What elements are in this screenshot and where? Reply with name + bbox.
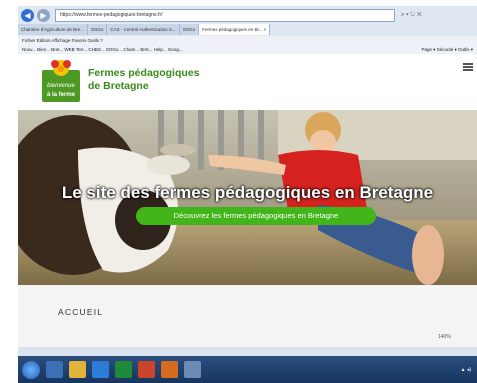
hero-title: Le site des fermes pédagogiques en Breta… xyxy=(61,183,434,202)
site-logo[interactable]: bienvenue à la ferme xyxy=(42,58,80,102)
discover-farms-button[interactable]: Découvrez les fermes pédagogiques en Bre… xyxy=(136,207,376,225)
logo-text-top: bienvenue xyxy=(47,83,75,89)
zoom-level[interactable]: 140% xyxy=(438,334,451,340)
system-tray[interactable]: ▲ ◂) xyxy=(460,367,471,373)
app-taskbar-icon[interactable] xyxy=(184,361,201,378)
word-taskbar-icon[interactable] xyxy=(92,361,109,378)
tab-cas[interactable]: CAS - Central Authentication S... xyxy=(107,24,180,35)
back-icon[interactable]: ◀ xyxy=(21,8,34,22)
hamburger-menu-icon[interactable] xyxy=(463,63,473,71)
powerpoint-taskbar-icon[interactable] xyxy=(138,361,155,378)
tab-chambre[interactable]: Chambre d'Agriculture de Bre... xyxy=(18,24,88,35)
explorer-taskbar-icon[interactable] xyxy=(69,361,86,378)
address-tools[interactable]: ⌕ ▾ ↻ ✕ xyxy=(401,12,422,19)
address-bar[interactable]: https://www.fermes-pedagogiques-bretagne… xyxy=(55,8,395,22)
menu-bar[interactable]: Fichier Edition Affichage Favoris Outils… xyxy=(18,36,477,45)
site-title[interactable]: Fermes pédagogiques de Bretagne xyxy=(88,67,199,93)
left-margin xyxy=(0,0,18,383)
site-title-line2: de Bretagne xyxy=(88,80,149,92)
favorites-bar[interactable]: Nouv... Bien... Bret... WEB Terr... CHBS… xyxy=(18,45,477,54)
firefox-taskbar-icon[interactable] xyxy=(161,361,178,378)
address-row: ◀ ▶ https://www.fermes-pedagogiques-bret… xyxy=(18,6,477,24)
forward-icon[interactable]: ▶ xyxy=(37,8,50,22)
start-button[interactable] xyxy=(22,360,40,379)
section-title: ACCUEIL xyxy=(58,307,104,317)
windows-taskbar: ▲ ◂) xyxy=(18,356,477,383)
status-bar xyxy=(18,347,477,356)
site-title-line1: Fermes pédagogiques xyxy=(88,67,200,79)
tab-fermes[interactable]: Fermes pédagogiques en Br... × xyxy=(199,24,271,35)
tab-sogo-1[interactable]: SOGo xyxy=(87,24,108,35)
site-header: bienvenue à la ferme Fermes pédagogiques… xyxy=(18,54,477,110)
favorites-items[interactable]: Nouv... Bien... Bret... WEB Terr... CHBS… xyxy=(22,47,183,52)
page-content: ACCUEIL 140% xyxy=(18,285,477,347)
excel-taskbar-icon[interactable] xyxy=(115,361,132,378)
ie-taskbar-icon[interactable] xyxy=(46,361,63,378)
browser-chrome: ◀ ▶ https://www.fermes-pedagogiques-bret… xyxy=(18,6,477,54)
tab-strip: Chambre d'Agriculture de Bre... SOGo CAS… xyxy=(18,24,477,36)
page-toolbar[interactable]: Page ▾ Sécurité ▾ Outils ▾ xyxy=(421,45,473,54)
logo-text-bottom: à la ferme xyxy=(47,92,76,98)
tab-sogo-2[interactable]: SOGo xyxy=(179,24,200,35)
hero-banner: Le site des fermes pédagogiques en Breta… xyxy=(18,110,477,285)
